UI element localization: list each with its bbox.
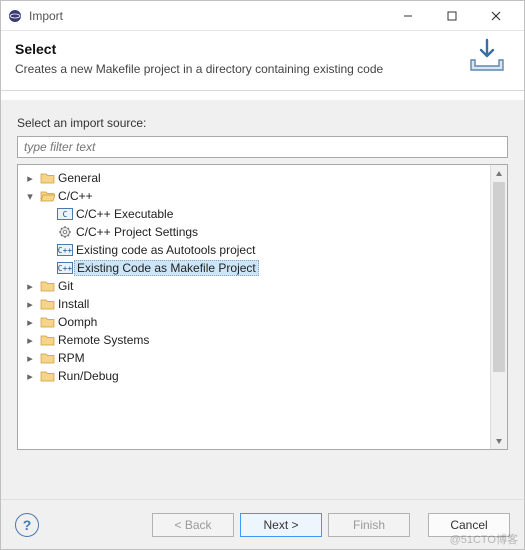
tree-label: Existing code as Autotools project [74,243,257,257]
folder-icon [38,280,56,292]
import-icon [464,37,510,78]
tree-item-rpm[interactable]: ▸ RPM [20,349,488,367]
tree-scrollbar[interactable] [490,165,507,449]
tree-item-run-debug[interactable]: ▸ Run/Debug [20,367,488,385]
scroll-down-icon[interactable] [491,432,507,449]
wizard-footer: ? < Back Next > Finish Cancel [1,499,524,549]
folder-icon [38,172,56,184]
title-bar: Import [1,1,524,31]
close-button[interactable] [474,2,518,30]
scroll-up-icon[interactable] [491,165,507,182]
folder-open-icon [38,190,56,202]
help-button[interactable]: ? [15,513,39,537]
folder-icon [38,334,56,346]
back-button[interactable]: < Back [152,513,234,537]
folder-icon [38,298,56,310]
next-button[interactable]: Next > [240,513,322,537]
tree-label: Git [56,279,75,293]
cpp-file-icon: C++ [56,244,74,256]
c-file-icon: C [56,208,74,220]
tree-item-ccpp[interactable]: ▾ C/C++ [20,187,488,205]
maximize-button[interactable] [430,2,474,30]
scroll-track[interactable] [491,182,507,432]
tree-item-remote-systems[interactable]: ▸ Remote Systems [20,331,488,349]
tree-label: C/C++ Project Settings [74,225,200,239]
folder-icon [38,316,56,328]
eclipse-icon [7,8,23,24]
chevron-right-icon[interactable]: ▸ [22,316,38,329]
window-title: Import [29,9,63,23]
gear-icon [56,225,74,239]
tree-item-install[interactable]: ▸ Install [20,295,488,313]
page-description: Creates a new Makefile project in a dire… [15,61,464,78]
tree-label: C/C++ [56,189,95,203]
tree-label: Oomph [56,315,99,329]
chevron-right-icon[interactable]: ▸ [22,280,38,293]
tree-item-git[interactable]: ▸ Git [20,277,488,295]
tree-label: Install [56,297,91,311]
chevron-right-icon[interactable]: ▸ [22,298,38,311]
scroll-thumb[interactable] [493,182,505,372]
tree-item-general[interactable]: ▸ General [20,169,488,187]
tree-label: Existing Code as Makefile Project [74,260,259,276]
chevron-down-icon[interactable]: ▾ [22,190,38,203]
tree-item-ccpp-executable[interactable]: C C/C++ Executable [20,205,488,223]
chevron-right-icon[interactable]: ▸ [22,352,38,365]
folder-icon [38,352,56,364]
watermark: @51CTO博客 [450,531,518,547]
minimize-button[interactable] [386,2,430,30]
tree-label: C/C++ Executable [74,207,175,221]
import-tree: ▸ General ▾ C/C++ C C/C++ Executable [17,164,508,450]
folder-icon [38,370,56,382]
tree-item-ccpp-project-settings[interactable]: C/C++ Project Settings [20,223,488,241]
tree-item-makefile-project[interactable]: C++ Existing Code as Makefile Project [20,259,488,277]
select-source-label: Select an import source: [17,116,508,130]
tree-item-autotools[interactable]: C++ Existing code as Autotools project [20,241,488,259]
wizard-header: Select Creates a new Makefile project in… [1,31,524,91]
tree-content[interactable]: ▸ General ▾ C/C++ C C/C++ Executable [18,165,490,449]
tree-label: General [56,171,103,185]
cpp-file-icon: C++ [56,262,74,274]
tree-label: RPM [56,351,87,365]
wizard-body: Select an import source: ▸ General ▾ C/C… [1,99,524,499]
filter-input[interactable] [17,136,508,158]
tree-label: Run/Debug [56,369,121,383]
tree-label: Remote Systems [56,333,151,347]
finish-button[interactable]: Finish [328,513,410,537]
page-title: Select [15,41,464,57]
chevron-right-icon[interactable]: ▸ [22,334,38,347]
chevron-right-icon[interactable]: ▸ [22,172,38,185]
chevron-right-icon[interactable]: ▸ [22,370,38,383]
tree-item-oomph[interactable]: ▸ Oomph [20,313,488,331]
